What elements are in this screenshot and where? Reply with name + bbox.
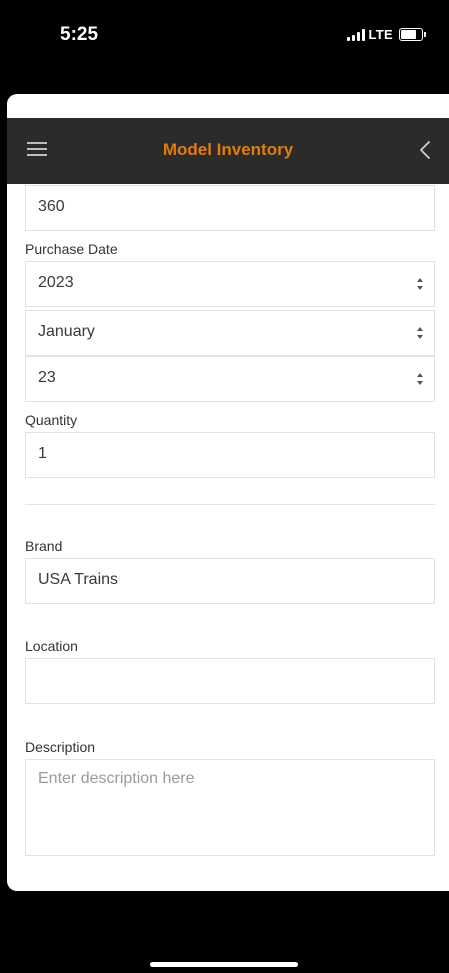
home-indicator: [150, 962, 298, 967]
page-title: Model Inventory: [162, 140, 294, 159]
brand-field[interactable]: USA Trains: [25, 558, 435, 604]
quantity-label: Quantity: [25, 412, 78, 428]
purchase-day-select[interactable]: 23: [25, 356, 435, 402]
quantity-value: 1: [38, 445, 47, 462]
number-field-value: 360: [38, 198, 65, 215]
brand-value: USA Trains: [38, 571, 119, 588]
nav-bar: Model Inventory: [7, 118, 449, 184]
select-arrows-icon: [417, 327, 423, 339]
quantity-field[interactable]: 1: [25, 432, 435, 478]
location-label: Location: [25, 638, 78, 654]
location-field[interactable]: [25, 658, 435, 704]
select-arrows-icon: [417, 278, 423, 290]
purchase-month-select[interactable]: January: [25, 310, 435, 356]
purchase-day-value: 23: [38, 369, 56, 386]
description-label: Description: [25, 739, 96, 755]
status-bar: 5:25 LTE: [0, 0, 449, 92]
description-placeholder: Enter description here: [38, 770, 195, 787]
purchase-year-select[interactable]: 2023: [25, 261, 435, 307]
purchase-month-value: January: [38, 323, 95, 340]
signal-icon: [346, 28, 365, 41]
description-textarea[interactable]: Enter description here: [25, 759, 435, 856]
section-divider: [25, 504, 435, 505]
number-field[interactable]: 360: [25, 185, 435, 231]
chevron-left-icon[interactable]: [417, 140, 435, 160]
battery-icon: [399, 28, 426, 41]
purchase-year-value: 2023: [38, 274, 74, 291]
brand-label: Brand: [25, 538, 63, 554]
modal-sheet: Model Inventory 360 Purchase Date 2023 J…: [7, 94, 449, 891]
status-indicators: LTE: [346, 27, 426, 42]
purchase-date-label: Purchase Date: [25, 241, 118, 257]
select-arrows-icon: [417, 373, 423, 385]
status-time: 5:25: [60, 24, 99, 45]
network-label: LTE: [368, 27, 393, 42]
